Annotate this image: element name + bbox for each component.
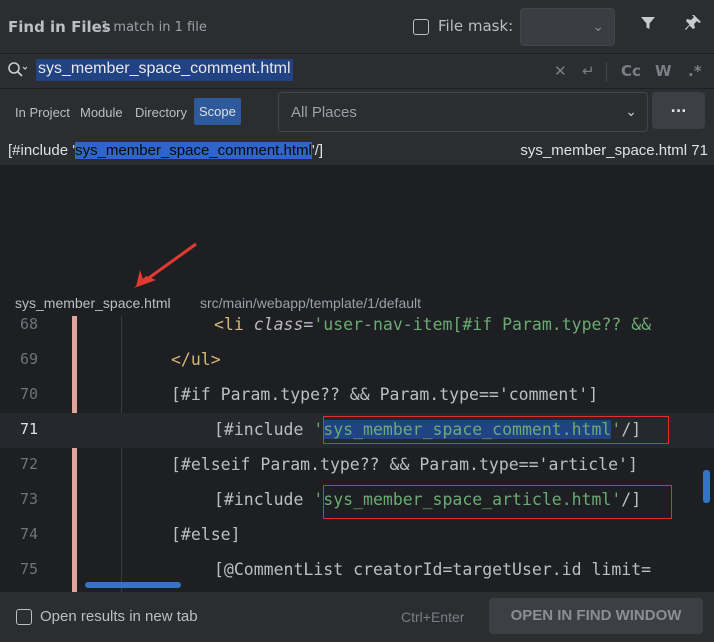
code-text: [#if Param.type?? && Param.type=='commen… [171,385,599,404]
preview-file-name: sys_member_space.html [15,295,171,311]
chevron-down-icon: ⌄ [592,19,604,35]
code-text: </ul> [171,350,221,369]
preview-file-path: src/main/webapp/template/1/default [200,295,422,311]
search-input[interactable]: sys_member_space_comment.html [36,59,293,81]
file-mask-label: File mask: [438,17,514,35]
scope-places-value: All Places [291,104,357,121]
code-text: <li class='user-nav-item[#if Param.type?… [214,316,652,334]
find-in-files-header: Find in Files 1 match in 1 file File mas… [0,0,714,54]
code-text: [#elseif Param.type?? && Param.type=='ar… [171,455,638,474]
annotation-highlight-box [323,416,669,444]
result-row[interactable]: [#include 'sys_member_space_comment.html… [0,138,714,165]
code-preview[interactable]: 68 <li class='user-nav-item[#if Param.ty… [0,316,714,592]
code-line: 68 <li class='user-nav-item[#if Param.ty… [0,316,714,343]
horizontal-scrollbar[interactable] [85,582,181,588]
scope-places-combo[interactable]: All Places ⌄ [278,92,648,132]
annotation-highlight-box [323,485,672,519]
regex-icon[interactable]: .* [688,62,702,80]
result-prefix: [#include ' [8,142,76,159]
shortcut-hint: Ctrl+Enter [401,609,465,625]
scope-row: In Project Module Directory Scope All Pl… [0,88,714,136]
pin-icon[interactable] [684,14,702,37]
line-number: 75 [19,560,38,578]
match-summary: 1 match in 1 file [101,20,207,35]
line-number: 68 [19,316,38,333]
line-number: 69 [19,350,38,368]
divider [606,62,607,82]
vertical-scrollbar[interactable] [703,470,710,503]
line-number: 70 [19,385,38,403]
open-in-find-window-button[interactable]: OPEN IN FIND WINDOW [489,598,703,634]
scope-more-button[interactable]: ... [652,92,705,129]
dialog-footer: Open results in new tab Ctrl+Enter OPEN … [0,592,714,642]
open-in-new-tab-checkbox[interactable] [16,609,32,625]
result-text: [#include 'sys_member_space_comment.html… [8,142,323,159]
file-mask-checkbox[interactable] [413,19,429,35]
code-line: 70 [#if Param.type?? && Param.type=='com… [0,378,714,413]
line-number: 73 [19,490,38,508]
match-case-icon[interactable]: Cc [621,62,641,80]
tab-in-project[interactable]: In Project [15,105,70,120]
search-row: sys_member_space_comment.html ✕ ↵ Cc W .… [0,54,714,88]
code-line: 74 [#else] [0,518,714,553]
result-file-location: sys_member_space.html 71 [520,142,708,159]
code-line: 72 [#elseif Param.type?? && Param.type==… [0,448,714,483]
chevron-down-icon: ⌄ [625,104,637,120]
result-suffix: '/] [311,142,324,159]
filter-icon[interactable] [640,15,656,36]
code-text: [@CommentList creatorId=targetUser.id li… [214,560,652,579]
open-in-new-tab-label: Open results in new tab [40,608,198,625]
result-match: sys_member_space_comment.html [75,142,312,159]
whole-words-icon[interactable]: W [655,62,672,80]
line-number: 71 [19,420,38,438]
search-icon[interactable] [7,61,28,83]
code-line: 69 </ul> [0,343,714,378]
preview-header: sys_member_space.html src/main/webapp/te… [0,290,714,316]
close-icon[interactable]: ✕ [554,62,567,80]
tab-module[interactable]: Module [80,105,123,120]
tab-directory[interactable]: Directory [135,105,187,120]
tab-scope[interactable]: Scope [194,98,241,125]
file-mask-combo[interactable]: ⌄ [520,8,615,46]
code-text: [#else] [171,525,241,544]
results-list: [#include 'sys_member_space_comment.html… [0,138,714,290]
annotation-arrow-icon [134,242,197,288]
line-number: 72 [19,455,38,473]
line-number: 74 [19,525,38,543]
newline-icon[interactable]: ↵ [582,62,595,80]
dialog-title: Find in Files [8,18,111,36]
